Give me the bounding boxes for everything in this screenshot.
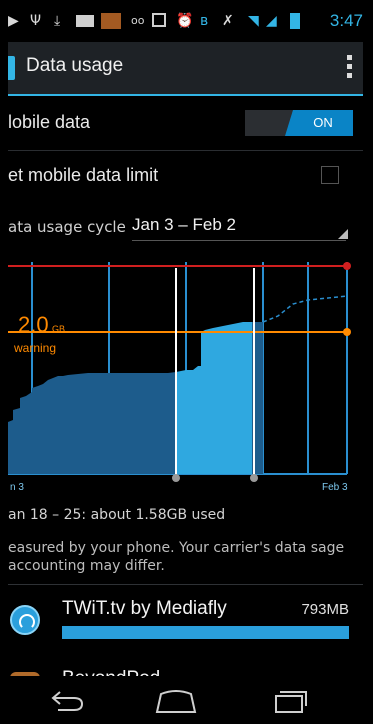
divider (8, 584, 363, 585)
app-name: TWiT.tv by Mediafly (62, 598, 227, 619)
settings-icon[interactable] (8, 56, 15, 80)
wifi-icon: ◥ (248, 13, 259, 29)
twit-app-icon (10, 605, 40, 635)
action-bar: Data usage (8, 42, 363, 96)
app-usage-bar (62, 626, 349, 639)
cycle-spinner[interactable]: Jan 3 – Feb 2 (132, 215, 236, 235)
navigation-bar (8, 676, 363, 724)
gmail-icon (76, 15, 94, 27)
usb-icon: Ψ (30, 13, 42, 29)
device-frame: ▶ Ψ ⤓ oo ⏰ ʙ ✗ ◥ ◢ 3:47 Data usage lobil… (0, 0, 373, 724)
cycle-label: ata usage cycle (8, 218, 126, 236)
range-start-handle[interactable] (172, 474, 180, 482)
warning-handle[interactable] (343, 328, 351, 336)
clock: 3:47 (329, 11, 363, 30)
toggle-on-label: ON (285, 110, 353, 136)
mobile-data-toggle[interactable]: ON (245, 110, 353, 136)
range-end-handle[interactable] (250, 474, 258, 482)
limit-handle[interactable] (343, 262, 351, 270)
vibrate-icon: ✗ (222, 13, 234, 29)
signal-icon: ◢ (266, 13, 277, 29)
warning-value: 2.0 (18, 312, 49, 337)
battery-icon (290, 13, 300, 29)
warning-label: warning (14, 341, 57, 355)
spinner-arrow-icon (338, 229, 348, 239)
download-icon: ⤓ (54, 13, 61, 29)
warning-unit: GB (52, 324, 66, 334)
home-icon[interactable] (151, 676, 201, 724)
mobile-data-row[interactable]: lobile data ON (8, 96, 363, 151)
usage-summary: an 18 – 25: about 1.58GB used (8, 507, 226, 523)
app-usage-size: 793MB (301, 601, 349, 618)
voicemail-icon: oo (131, 14, 145, 27)
usage-chart[interactable]: 2.0 GB warning n 3 Feb 3 (8, 262, 363, 498)
notification-icon (101, 13, 121, 29)
screen: ▶ Ψ ⤓ oo ⏰ ʙ ✗ ◥ ◢ 3:47 Data usage lobil… (8, 0, 363, 724)
calendar-icon (152, 13, 166, 27)
axis-end-label: Feb 3 (322, 482, 348, 493)
page-title: Data usage (26, 55, 124, 76)
recent-apps-icon[interactable] (266, 676, 310, 724)
cycle-spinner-underline (132, 240, 346, 241)
carrier-note: easured by your phone. Your carrier's da… (8, 540, 345, 574)
axis-start-label: n 3 (10, 482, 24, 493)
mobile-data-label: lobile data (8, 112, 91, 132)
set-limit-row[interactable]: et mobile data limit (8, 151, 363, 205)
set-limit-label: et mobile data limit (8, 165, 159, 185)
alarm-icon: ⏰ (176, 13, 194, 29)
back-icon[interactable] (44, 676, 88, 724)
set-limit-checkbox[interactable] (321, 166, 339, 184)
status-bar: ▶ Ψ ⤓ oo ⏰ ʙ ✗ ◥ ◢ 3:47 (8, 0, 363, 42)
bluetooth-icon: ʙ (200, 13, 209, 29)
overflow-menu-icon[interactable] (347, 55, 353, 81)
play-icon: ▶ (8, 13, 19, 29)
usage-chart-svg (8, 262, 363, 498)
